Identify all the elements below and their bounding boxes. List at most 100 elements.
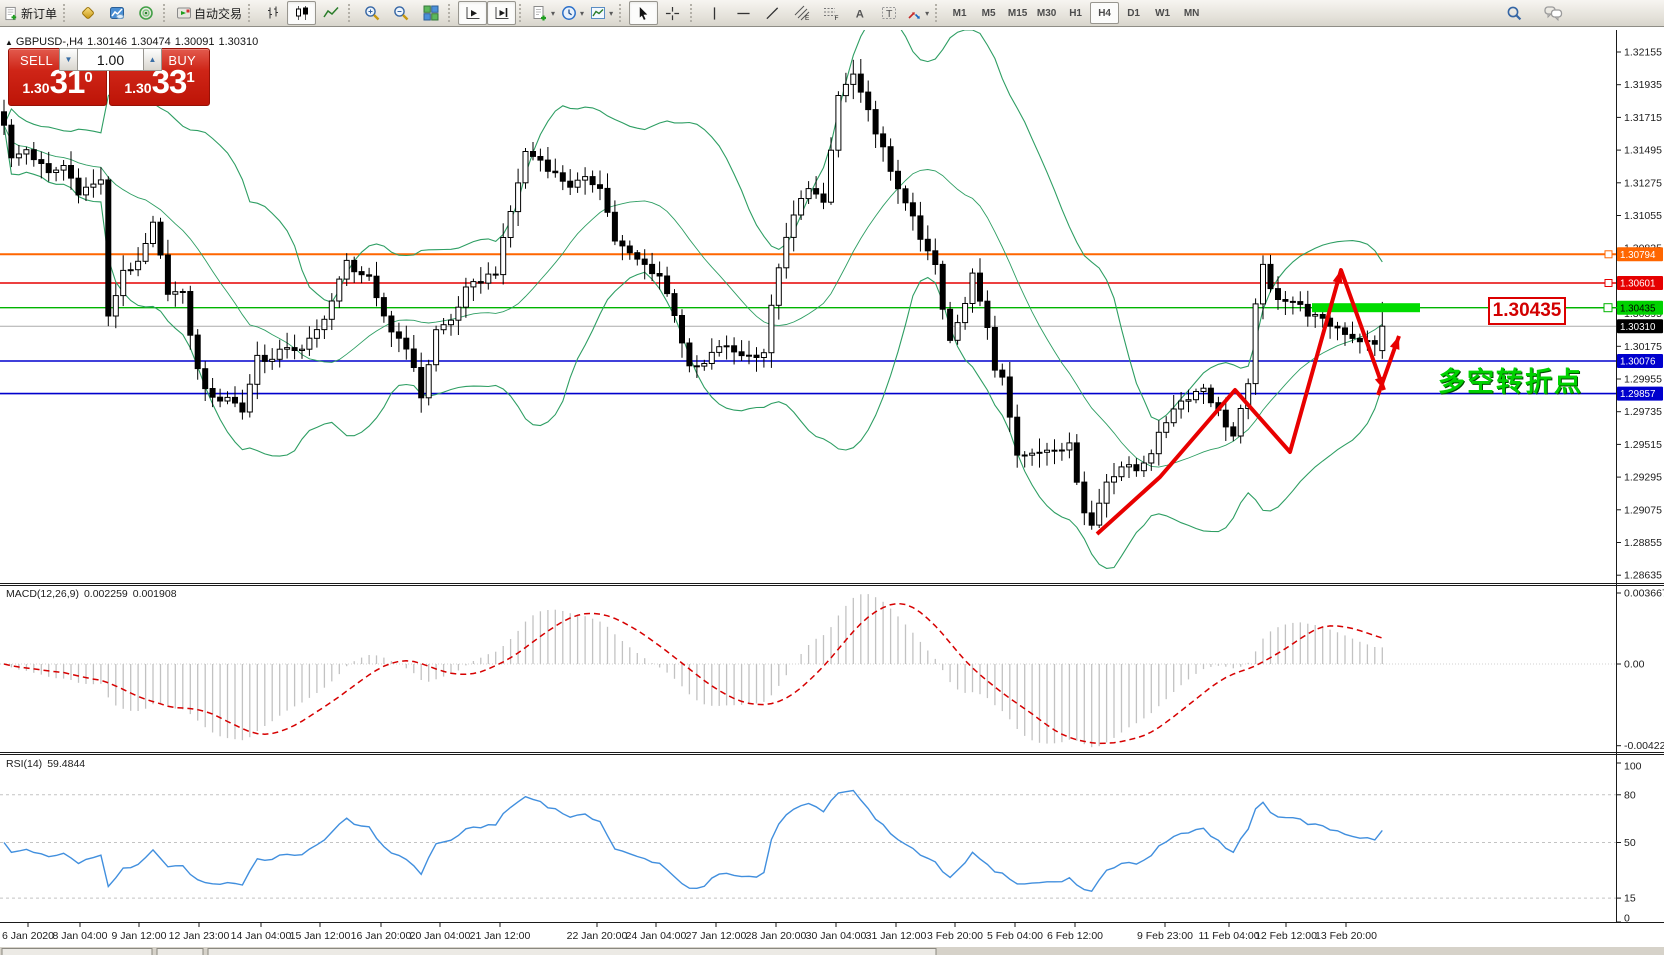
text-button[interactable]: A — [845, 1, 874, 25]
timeframe-m5[interactable]: M5 — [974, 2, 1003, 24]
svg-text:E: E — [805, 15, 810, 21]
templates-button[interactable]: ▾ — [587, 1, 616, 25]
autotrade-button[interactable]: 自动交易 — [173, 1, 245, 25]
svg-text:0.00: 0.00 — [1624, 659, 1645, 671]
svg-text:16 Jan 20:00: 16 Jan 20:00 — [351, 930, 412, 942]
svg-text:1.31275: 1.31275 — [1624, 177, 1662, 189]
sell-price: 1.30310 — [9, 67, 106, 104]
zoom-in-button[interactable] — [358, 1, 387, 25]
svg-text:9 Feb 23:00: 9 Feb 23:00 — [1137, 930, 1193, 942]
svg-text:100: 100 — [1624, 761, 1642, 773]
svg-text:1.28855: 1.28855 — [1624, 537, 1662, 549]
svg-text:28 Jan 20:00: 28 Jan 20:00 — [746, 930, 807, 942]
toolbar: 新订单 自动交易 — [0, 0, 1664, 27]
tile-windows-icon — [423, 5, 439, 21]
periods-button[interactable]: ▾ — [558, 1, 587, 25]
svg-text:31 Jan 12:00: 31 Jan 12:00 — [866, 930, 927, 942]
chart-shift-button[interactable] — [487, 1, 516, 25]
toolbar-separator — [448, 4, 454, 22]
svg-text:1.31495: 1.31495 — [1624, 145, 1662, 157]
crosshair-icon — [665, 6, 680, 21]
fibonacci-icon: F — [823, 5, 839, 21]
chat-button[interactable] — [1539, 1, 1568, 25]
horizontal-line-icon — [736, 6, 751, 21]
trendline-icon — [765, 6, 780, 21]
svg-text:1.29955: 1.29955 — [1624, 374, 1662, 386]
bottom-window-strip — [0, 947, 1664, 955]
timeframe-h1[interactable]: H1 — [1061, 2, 1090, 24]
svg-text:1.30601: 1.30601 — [1620, 279, 1655, 290]
svg-text:50: 50 — [1624, 837, 1636, 849]
timeframe-d1[interactable]: D1 — [1119, 2, 1148, 24]
toolbar-right-group — [1500, 1, 1568, 25]
chart-canvas[interactable]: 1.321551.319351.317151.314951.312751.310… — [0, 27, 1664, 955]
horizontal-line-button[interactable] — [729, 1, 758, 25]
zoom-out-button[interactable] — [387, 1, 416, 25]
chevron-down-icon: ▾ — [609, 9, 613, 18]
timeframe-h4[interactable]: H4 — [1090, 2, 1119, 24]
new-order-button[interactable]: 新订单 — [1, 1, 60, 25]
volume-stepper: ▼ ▲ — [59, 48, 162, 71]
svg-text:8 Jan 04:00: 8 Jan 04:00 — [53, 930, 108, 942]
svg-text:1.29735: 1.29735 — [1624, 406, 1662, 418]
chart-line-button[interactable] — [316, 1, 345, 25]
autotrade-icon — [176, 5, 192, 21]
arrows-button[interactable]: ▾ — [903, 1, 932, 25]
charts-cloud-button[interactable] — [102, 1, 131, 25]
vertical-line-button[interactable] — [700, 1, 729, 25]
svg-text:21 Jan 12:00: 21 Jan 12:00 — [470, 930, 531, 942]
buy-price: 1.30331 — [110, 67, 209, 104]
rsi-name: RSI(14) — [6, 758, 42, 770]
volume-input[interactable] — [78, 48, 143, 71]
svg-text:15: 15 — [1624, 893, 1636, 905]
timeframe-m1[interactable]: M1 — [945, 2, 974, 24]
svg-text:11 Feb 04:00: 11 Feb 04:00 — [1198, 930, 1259, 942]
timeframe-m30[interactable]: M30 — [1032, 2, 1061, 24]
chart-cloud-icon — [109, 5, 125, 21]
chevron-down-icon: ▾ — [551, 9, 555, 18]
svg-text:6 Feb 12:00: 6 Feb 12:00 — [1047, 930, 1103, 942]
signal-button[interactable] — [131, 1, 160, 25]
cursor-icon — [636, 6, 651, 21]
cursor-button[interactable] — [629, 1, 658, 25]
chart-candles-button[interactable] — [287, 1, 316, 25]
mt4-window: 新订单 自动交易 — [0, 0, 1664, 955]
template-icon — [590, 5, 606, 21]
zoom-in-icon — [364, 5, 381, 22]
price-flag-annotation[interactable]: 1.30435 — [1488, 297, 1566, 325]
timeframe-m15[interactable]: M15 — [1003, 2, 1032, 24]
search-button[interactable] — [1500, 1, 1529, 25]
chart-bars-button[interactable] — [258, 1, 287, 25]
new-order-icon — [4, 6, 19, 21]
gold-button[interactable] — [73, 1, 102, 25]
svg-text:A: A — [856, 8, 864, 20]
chart-candles-icon — [294, 5, 310, 21]
toolbar-separator — [163, 4, 169, 22]
timeframe-mn[interactable]: MN — [1177, 2, 1206, 24]
chart-area[interactable]: 1.321551.319351.317151.314951.312751.310… — [0, 27, 1664, 955]
svg-text:1.32155: 1.32155 — [1624, 47, 1662, 59]
crosshair-button[interactable] — [658, 1, 687, 25]
chevron-down-icon: ▾ — [580, 9, 584, 18]
trendline-button[interactable] — [758, 1, 787, 25]
svg-text:22 Jan 20:00: 22 Jan 20:00 — [567, 930, 628, 942]
svg-text:12 Feb 12:00: 12 Feb 12:00 — [1255, 930, 1317, 942]
volume-decrease-button[interactable]: ▼ — [59, 48, 78, 71]
text-label-button[interactable]: T — [874, 1, 903, 25]
autoscroll-button[interactable] — [458, 1, 487, 25]
svg-text:1.30310: 1.30310 — [1620, 322, 1656, 333]
toolbar-separator — [63, 4, 69, 22]
new-chart-button[interactable]: ▾ — [529, 1, 558, 25]
svg-text:1.30794: 1.30794 — [1620, 250, 1656, 261]
svg-text:13 Feb 20:00: 13 Feb 20:00 — [1315, 930, 1377, 942]
svg-text:1.30175: 1.30175 — [1624, 341, 1662, 353]
volume-increase-button[interactable]: ▲ — [143, 48, 162, 71]
svg-text:9 Jan 12:00: 9 Jan 12:00 — [112, 930, 167, 942]
fibonacci-button[interactable]: F — [816, 1, 845, 25]
equidistant-channel-button[interactable]: E — [787, 1, 816, 25]
timeframe-w1[interactable]: W1 — [1148, 2, 1177, 24]
chat-icon — [1544, 5, 1563, 21]
toolbar-separator — [519, 4, 525, 22]
tile-windows-button[interactable] — [416, 1, 445, 25]
turning-point-annotation[interactable]: 多空转折点 — [1438, 360, 1583, 399]
